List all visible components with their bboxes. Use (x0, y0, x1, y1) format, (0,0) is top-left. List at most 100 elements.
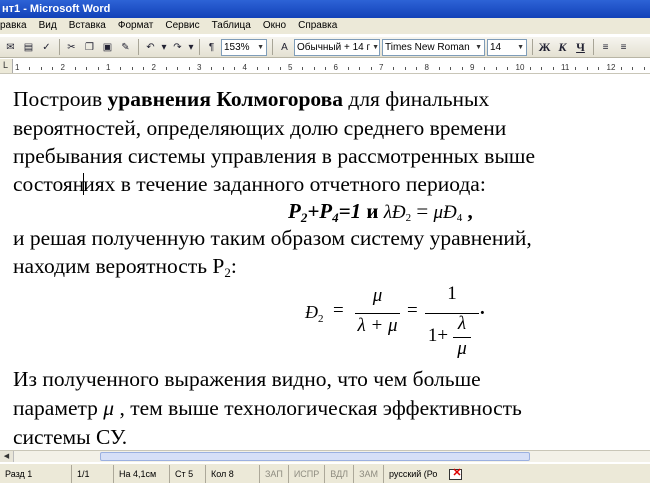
email-icon[interactable]: ✉ (2, 39, 19, 56)
ruler-tick (347, 67, 349, 70)
format-painter-icon[interactable]: ✎ (117, 39, 134, 56)
eq-lhs: Đ2 (305, 302, 324, 325)
eq-term: μĐ (433, 202, 457, 223)
eq-comma: , (462, 199, 473, 223)
ruler-number: 4 (242, 63, 247, 72)
chevron-down-icon[interactable]: ▾ (160, 39, 168, 56)
scrollbar-thumb[interactable] (100, 452, 530, 461)
ruler-tick (632, 67, 634, 70)
menu-tools[interactable]: Сервис (159, 18, 205, 34)
ruler-tick (507, 67, 509, 70)
ruler-tick (29, 67, 31, 70)
horizontal-scrollbar[interactable]: ◀ (0, 450, 650, 462)
menu-help[interactable]: Справка (292, 18, 343, 34)
ruler-number: 2 (60, 63, 65, 72)
ruler-scale: 1212345678910111213 (14, 62, 650, 72)
spelling-icon[interactable]: ✓ (38, 39, 55, 56)
status-column: Кол 8 (206, 464, 260, 483)
status-overtype[interactable]: ЗАМ (354, 464, 385, 483)
style-value: Обычный + 14 г (297, 41, 371, 53)
status-pages: 1/1 (72, 464, 114, 483)
status-position: На 4,1см (114, 464, 170, 483)
show-formatting-button[interactable]: ¶ (203, 39, 220, 56)
chevron-down-icon: ▼ (517, 43, 524, 51)
eq-denominator: μ (457, 338, 467, 359)
horizontal-ruler[interactable]: 1212345678910111213 (0, 59, 650, 74)
align-left-icon[interactable]: ≡ (597, 39, 614, 56)
ruler-number: 8 (424, 63, 429, 72)
italic-button[interactable]: К (554, 39, 571, 56)
ruler-tick (143, 67, 145, 70)
eq-equals: = (333, 300, 344, 321)
ruler-number: 1 (106, 63, 111, 72)
ruler-tick (416, 67, 418, 70)
menu-edit[interactable]: равка (0, 18, 33, 34)
chevron-down-icon[interactable]: ▾ (187, 39, 195, 56)
eq-subscript: 2 (318, 313, 324, 325)
font-select[interactable]: Times New Roman ▼ (382, 38, 485, 56)
chevron-down-icon: ▼ (372, 43, 380, 51)
text-run: параметр (13, 396, 104, 420)
eq-numerator: 1 (447, 283, 457, 304)
toolbar-divider (593, 39, 594, 55)
document-line: состояниях в течение заданного отчетного… (13, 171, 486, 197)
ruler-tick (177, 67, 179, 70)
status-track-changes[interactable]: ИСПР (289, 464, 326, 483)
document-page[interactable]: Построив уравнения Колмогорова для финал… (0, 75, 650, 450)
zoom-select[interactable]: 153% ▼ (221, 38, 267, 56)
eq-denominator: λ + μ (357, 315, 398, 336)
ruler-number: 1 (15, 63, 20, 72)
eq-term: Đ (305, 302, 318, 322)
ruler-tick (370, 67, 372, 70)
chevron-down-icon: ▼ (257, 43, 264, 51)
chevron-down-icon: ▼ (475, 43, 482, 51)
ruler-number: 11 (561, 63, 570, 72)
undo-icon[interactable]: ↶ (142, 39, 159, 56)
ruler-tick (461, 67, 463, 70)
status-line: Ст 5 (170, 464, 206, 483)
paste-icon[interactable]: ▣ (99, 39, 116, 56)
style-select[interactable]: Обычный + 14 г ▼ (294, 38, 380, 56)
status-section: Разд 1 (0, 464, 72, 483)
print-icon[interactable]: ▤ (20, 39, 37, 56)
toolbar-divider (59, 39, 60, 55)
ruler-tick (302, 67, 304, 70)
cut-icon[interactable]: ✂ (63, 39, 80, 56)
zoom-value: 153% (224, 41, 250, 53)
font-size-value: 14 (490, 41, 502, 53)
document-line: находим вероятность P2: (13, 253, 237, 286)
ruler-tick (598, 67, 600, 70)
ruler-tick (450, 67, 452, 70)
copy-icon[interactable]: ❐ (81, 39, 98, 56)
redo-icon[interactable]: ↷ (169, 39, 186, 56)
menu-table[interactable]: Таблица (206, 18, 257, 34)
menu-format[interactable]: Формат (112, 18, 160, 34)
eq-term: +P (307, 199, 333, 223)
font-size-select[interactable]: 14 ▼ (487, 38, 527, 56)
document-line: вероятностей, определяющих долю среднего… (13, 116, 507, 140)
bold-button[interactable]: Ж (536, 39, 553, 56)
ruler-tick (120, 67, 122, 70)
menu-window[interactable]: Окно (257, 18, 292, 34)
scroll-left-icon[interactable]: ◀ (0, 451, 14, 462)
ruler-tick (131, 67, 133, 70)
status-extend[interactable]: ВДЛ (325, 464, 355, 483)
styles-icon[interactable]: A (276, 39, 293, 56)
text-run: для финальных (343, 87, 490, 111)
toolbar-divider (138, 39, 139, 55)
underline-button[interactable]: Ч (572, 39, 589, 56)
ruler-number: 6 (333, 63, 338, 72)
ruler-tick (359, 67, 361, 70)
tab-selector[interactable] (0, 59, 13, 73)
ruler-tick (495, 67, 497, 70)
menu-view[interactable]: Вид (33, 18, 63, 34)
status-language[interactable]: русский (Ро (384, 465, 442, 483)
document-line: пребывания системы управления в рассмотр… (13, 144, 535, 168)
text-run-bold: уравнения Колмогорова (107, 87, 343, 111)
ruler-tick (586, 67, 588, 70)
text-run: состоян (13, 172, 85, 196)
spelling-status-icon[interactable] (448, 466, 464, 480)
menu-insert[interactable]: Вставка (63, 18, 112, 34)
status-record-macro[interactable]: ЗАП (260, 464, 289, 483)
align-center-icon[interactable]: ≡ (615, 39, 632, 56)
